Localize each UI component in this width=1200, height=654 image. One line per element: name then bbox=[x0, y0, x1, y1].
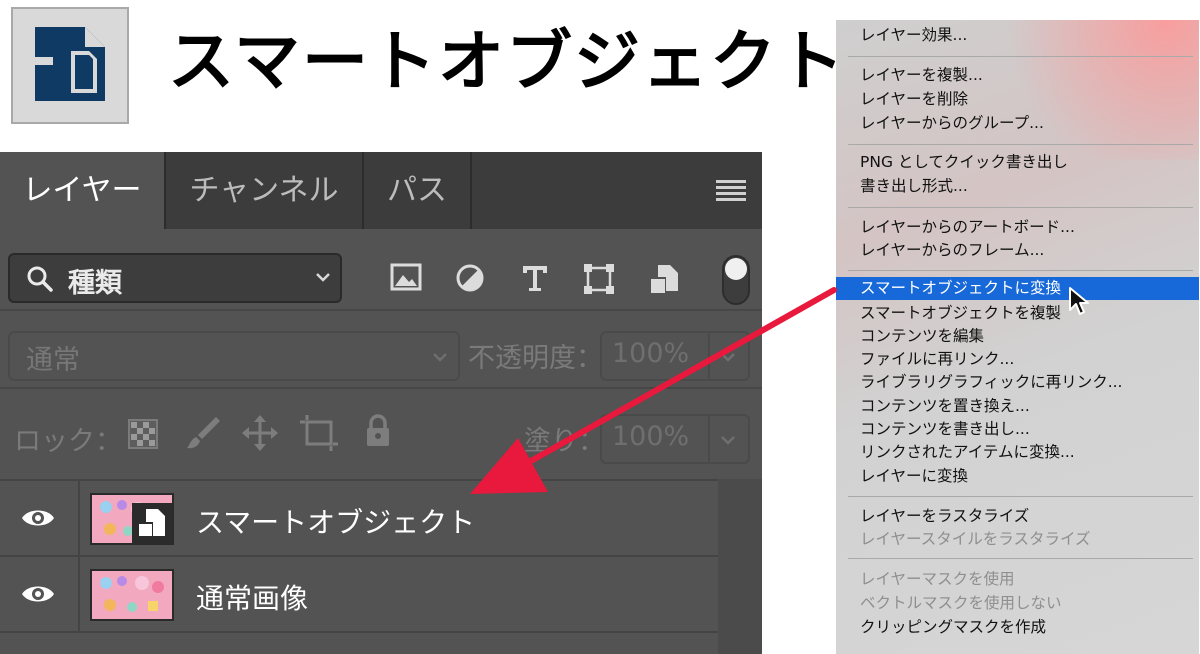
menu-item-export-as[interactable]: 書き出し形式... bbox=[860, 176, 968, 196]
layers-scrollbar[interactable] bbox=[718, 479, 762, 654]
menu-item-group-from-layers[interactable]: レイヤーからのグループ... bbox=[860, 113, 1044, 133]
layers-panel: レイヤー チャンネル パス 種類 通常 不透明度： 100% ロック： 塗り： … bbox=[0, 152, 762, 654]
menu-item-enable-layer-mask: レイヤーマスクを使用 bbox=[860, 570, 1015, 588]
menu-item-convert-to-linked[interactable]: リンクされたアイテムに変換... bbox=[860, 442, 1075, 462]
menu-item-disable-vector-mask: ベクトルマスクを使用しない bbox=[860, 594, 1062, 612]
lock-label: ロック： bbox=[14, 426, 122, 457]
layer-name: 通常画像 bbox=[196, 582, 309, 615]
menu-separator bbox=[848, 207, 1193, 208]
layer-name: スマートオブジェクト bbox=[196, 506, 476, 539]
menu-item-relink-to-library[interactable]: ライブラリグラフィックに再リンク... bbox=[860, 372, 1122, 392]
tab-divider bbox=[470, 152, 472, 229]
menu-item-duplicate-layer[interactable]: レイヤーを複製... bbox=[860, 65, 983, 85]
layers-list: スマートオブジェクト 通常画像 bbox=[0, 479, 762, 654]
lock-row: ロック： 塗り： 100% bbox=[0, 389, 762, 479]
eye-visibility-icon[interactable] bbox=[20, 583, 56, 605]
mouse-cursor-icon bbox=[1069, 287, 1089, 315]
layer-thumbnail bbox=[90, 569, 174, 621]
filter-kind-select[interactable]: 種類 bbox=[8, 253, 342, 303]
search-icon bbox=[27, 266, 53, 292]
menu-separator bbox=[848, 270, 1193, 271]
menu-separator bbox=[848, 56, 1193, 57]
menu-item-frame-from-layers[interactable]: レイヤーからのフレーム... bbox=[860, 240, 1044, 260]
blend-mode-select[interactable]: 通常 bbox=[8, 331, 460, 381]
fill-label: 塗り： bbox=[524, 426, 605, 457]
layer-filter-row: 種類 bbox=[0, 229, 762, 311]
menu-item-rasterize-layer[interactable]: レイヤーをラスタライズ bbox=[860, 506, 1029, 526]
menu-item-quick-export-png[interactable]: PNG としてクイック書き出し bbox=[860, 152, 1068, 172]
menu-separator bbox=[848, 496, 1193, 497]
menu-item-convert-to-layers[interactable]: レイヤーに変換 bbox=[860, 466, 968, 486]
smart-object-logo bbox=[11, 7, 129, 124]
chevron-down-icon bbox=[316, 273, 330, 282]
blend-mode-value: 通常 bbox=[26, 345, 80, 376]
menu-item-duplicate-smart-object[interactable]: スマートオブジェクトを複製 bbox=[860, 303, 1061, 323]
menu-item-replace-contents[interactable]: コンテンツを置き換え... bbox=[860, 396, 1030, 416]
lock-artboard-icon[interactable] bbox=[300, 415, 338, 451]
menu-item-export-contents[interactable]: コンテンツを書き出し... bbox=[860, 419, 1030, 439]
tab-channels[interactable]: チャンネル bbox=[166, 152, 362, 229]
menu-item-edit-contents[interactable]: コンテンツを編集 bbox=[860, 326, 984, 346]
tab-paths[interactable]: パス bbox=[364, 152, 470, 229]
fill-input[interactable]: 100% bbox=[600, 414, 750, 464]
smart-object-filter-icon[interactable] bbox=[648, 263, 680, 295]
menu-separator bbox=[848, 144, 1193, 145]
type-filter-icon[interactable] bbox=[520, 263, 550, 293]
panel-tabbar: レイヤー チャンネル パス bbox=[0, 152, 762, 229]
menu-item-relink-to-file[interactable]: ファイルに再リンク... bbox=[860, 349, 1014, 369]
layer-row-normal-image[interactable]: 通常画像 bbox=[0, 557, 718, 631]
adjustment-filter-icon[interactable] bbox=[455, 263, 485, 293]
opacity-label: 不透明度： bbox=[468, 343, 603, 374]
lock-move-icon[interactable] bbox=[242, 415, 278, 451]
menu-item-create-clipping-mask[interactable]: クリッピングマスクを作成 bbox=[860, 617, 1046, 637]
chevron-down-icon bbox=[721, 436, 735, 445]
layer-thumbnail bbox=[90, 493, 174, 545]
eye-visibility-icon[interactable] bbox=[20, 507, 56, 529]
opacity-value: 100% bbox=[612, 338, 690, 369]
layer-divider bbox=[0, 631, 718, 633]
tab-layers[interactable]: レイヤー bbox=[0, 152, 164, 229]
filter-kind-label: 種類 bbox=[68, 268, 122, 299]
menu-item-layer-effects[interactable]: レイヤー効果... bbox=[860, 25, 967, 45]
layer-context-menu: レイヤー効果... レイヤーを複製... レイヤーを削除 レイヤーからのグループ… bbox=[836, 20, 1199, 654]
image-filter-icon[interactable] bbox=[390, 263, 422, 291]
page-title: スマートオブジェクト bbox=[168, 23, 847, 100]
smart-object-icon bbox=[35, 27, 105, 101]
layer-row-smart-object[interactable]: スマートオブジェクト bbox=[0, 481, 718, 555]
menu-separator bbox=[848, 558, 1193, 559]
toggle-knob bbox=[725, 258, 747, 280]
opacity-input[interactable]: 100% bbox=[600, 331, 750, 381]
menu-item-rasterize-layer-style: レイヤースタイルをラスタライズ bbox=[860, 530, 1091, 548]
lock-all-icon[interactable] bbox=[364, 413, 392, 449]
blend-row: 通常 不透明度： 100% bbox=[0, 311, 762, 389]
menu-item-convert-to-smart-object[interactable]: スマートオブジェクトに変換 bbox=[836, 277, 1199, 300]
lock-transparency-icon[interactable] bbox=[128, 419, 158, 449]
smart-object-badge-icon bbox=[132, 503, 172, 543]
lock-paint-brush-icon[interactable] bbox=[186, 415, 220, 451]
menu-item-artboard-from-layers[interactable]: レイヤーからのアートボード... bbox=[860, 217, 1075, 237]
chevron-down-icon bbox=[721, 353, 735, 362]
menu-item-delete-layer[interactable]: レイヤーを削除 bbox=[860, 89, 968, 109]
filter-toggle-switch[interactable] bbox=[722, 255, 750, 305]
shape-filter-icon[interactable] bbox=[583, 263, 615, 295]
fill-value: 100% bbox=[612, 421, 690, 452]
chevron-down-icon bbox=[433, 353, 447, 362]
panel-menu-icon[interactable] bbox=[716, 180, 746, 202]
